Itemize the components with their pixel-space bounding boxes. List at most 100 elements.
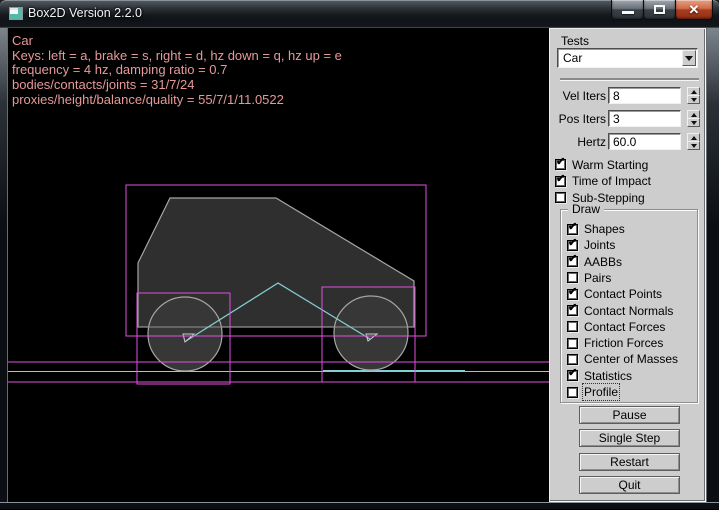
client-area: CarKeys: left = a, brake = s, right = d,… — [8, 28, 706, 502]
option-profile[interactable]: Profile — [567, 386, 618, 399]
option-aabbs[interactable]: ✔ AABBs — [567, 255, 622, 268]
hud-line-2: Keys: left = a, brake = s, right = d, hz… — [12, 49, 342, 64]
hertz-label: Hertz — [549, 135, 606, 149]
option-contact-points[interactable]: ✔ Contact Points — [567, 288, 662, 301]
warm-starting-checkbox[interactable]: ✔ — [555, 159, 566, 170]
window-border-left — [0, 28, 8, 502]
window-title: Box2D Version 2.2.0 — [28, 0, 142, 28]
aabbs-checkbox[interactable]: ✔ — [567, 256, 578, 267]
hertz-field[interactable]: 60.0 — [608, 133, 681, 150]
hud-line-5: proxies/height/balance/quality = 55/7/1/… — [12, 93, 342, 108]
pairs-checkbox[interactable] — [567, 272, 578, 283]
option-contact-forces[interactable]: Contact Forces — [567, 320, 665, 333]
test-select-value: Car — [563, 51, 582, 65]
checkmark-icon: ✔ — [568, 303, 577, 314]
pos-iters-field[interactable]: 3 — [608, 110, 681, 127]
contact-forces-label: Contact Forces — [584, 320, 665, 334]
vel-iters-field[interactable]: 8 — [608, 87, 681, 104]
chevron-down-icon — [685, 56, 693, 61]
quit-button[interactable]: Quit — [579, 476, 680, 494]
contact-normals-label: Contact Normals — [584, 304, 673, 318]
option-time-of-impact[interactable]: ✔ Time of Impact — [555, 175, 651, 188]
time-of-impact-checkbox[interactable]: ✔ — [555, 176, 566, 187]
maximize-button[interactable] — [643, 0, 676, 20]
friction-forces-label: Friction Forces — [584, 336, 663, 350]
window-controls: ✕ — [612, 0, 713, 20]
profile-label: Profile — [584, 385, 618, 399]
window-border-bottom — [0, 502, 719, 510]
option-contact-normals[interactable]: ✔ Contact Normals — [567, 304, 673, 317]
aabbs-label: AABBs — [584, 255, 622, 269]
checkmark-icon: ✔ — [568, 368, 577, 379]
option-warm-starting[interactable]: ✔ Warm Starting — [555, 158, 648, 171]
checkmark-icon: ✔ — [556, 157, 565, 168]
center-of-masses-checkbox[interactable] — [567, 354, 578, 365]
option-pairs[interactable]: Pairs — [567, 271, 611, 284]
dropdown-button[interactable] — [682, 50, 696, 66]
center-of-masses-label: Center of Masses — [584, 352, 678, 366]
time-of-impact-label: Time of Impact — [572, 174, 651, 188]
checkmark-icon: ✔ — [568, 254, 577, 265]
pos-iters-spin-down[interactable] — [687, 118, 700, 127]
draw-group-title: Draw — [568, 202, 604, 216]
debug-text-overlay: CarKeys: left = a, brake = s, right = d,… — [12, 34, 342, 108]
option-center-of-masses[interactable]: Center of Masses — [567, 353, 678, 366]
checkmark-icon: ✔ — [556, 174, 565, 185]
control-panel: Tests Car Vel Iters8Pos Iters3Hertz60.0 … — [549, 28, 706, 502]
arrow-down-icon — [691, 144, 697, 148]
test-select-dropdown[interactable]: Car — [557, 48, 698, 68]
vel-iters-spinner — [687, 87, 700, 104]
minimize-icon — [622, 11, 634, 14]
contact-normals-checkbox[interactable]: ✔ — [567, 305, 578, 316]
pause-button[interactable]: Pause — [579, 406, 680, 424]
warm-starting-label: Warm Starting — [572, 158, 648, 172]
contact-forces-checkbox[interactable] — [567, 321, 578, 332]
arrow-down-icon — [691, 121, 697, 125]
hertz-spinner — [687, 133, 700, 150]
statistics-label: Statistics — [584, 369, 632, 383]
spinner-row-hertz: Hertz60.0 — [549, 133, 706, 151]
statistics-checkbox[interactable]: ✔ — [567, 370, 578, 381]
tests-label: Tests — [561, 34, 589, 48]
vel-iters-label: Vel Iters — [549, 89, 606, 103]
single-step-button[interactable]: Single Step — [579, 429, 680, 447]
joints-label: Joints — [584, 238, 615, 252]
contact-points-checkbox[interactable]: ✔ — [567, 289, 578, 300]
window-border-right — [706, 28, 719, 502]
checkmark-icon: ✔ — [568, 222, 577, 233]
simulation-canvas[interactable]: CarKeys: left = a, brake = s, right = d,… — [8, 28, 549, 502]
arrow-up-icon — [691, 90, 697, 94]
option-shapes[interactable]: ✔ Shapes — [567, 223, 625, 236]
shapes-checkbox[interactable]: ✔ — [567, 224, 578, 235]
spinner-row-vel-iters: Vel Iters8 — [549, 87, 706, 105]
option-friction-forces[interactable]: Friction Forces — [567, 337, 663, 350]
checkmark-icon: ✔ — [568, 238, 577, 249]
arrow-up-icon — [691, 113, 697, 117]
pos-iters-spinner — [687, 110, 700, 127]
spinner-row-pos-iters: Pos Iters3 — [549, 110, 706, 128]
hertz-spin-down[interactable] — [687, 141, 700, 150]
arrow-up-icon — [691, 136, 697, 140]
profile-checkbox[interactable] — [567, 387, 578, 398]
checkmark-icon: ✔ — [568, 287, 577, 298]
option-statistics[interactable]: ✔ Statistics — [567, 369, 632, 382]
titlebar[interactable]: Box2D Version 2.2.0 ✕ — [0, 0, 719, 28]
friction-forces-checkbox[interactable] — [567, 338, 578, 349]
hud-line-4: bodies/contacts/joints = 31/7/24 — [12, 78, 342, 93]
app-window: Box2D Version 2.2.0 ✕ — [0, 0, 719, 510]
hud-line-1: Car — [12, 34, 342, 49]
vel-iters-spin-down[interactable] — [687, 95, 700, 104]
app-icon — [9, 7, 23, 20]
sub-stepping-checkbox[interactable] — [555, 192, 566, 203]
close-icon: ✕ — [689, 1, 700, 19]
restart-button[interactable]: Restart — [579, 453, 680, 471]
contact-points-label: Contact Points — [584, 287, 662, 301]
shapes-label: Shapes — [584, 222, 625, 236]
close-button[interactable]: ✕ — [675, 0, 713, 20]
minimize-button[interactable] — [611, 0, 644, 20]
joints-checkbox[interactable]: ✔ — [567, 240, 578, 251]
pos-iters-label: Pos Iters — [549, 112, 606, 126]
arrow-down-icon — [691, 98, 697, 102]
option-joints[interactable]: ✔ Joints — [567, 239, 615, 252]
maximize-icon — [654, 5, 665, 14]
